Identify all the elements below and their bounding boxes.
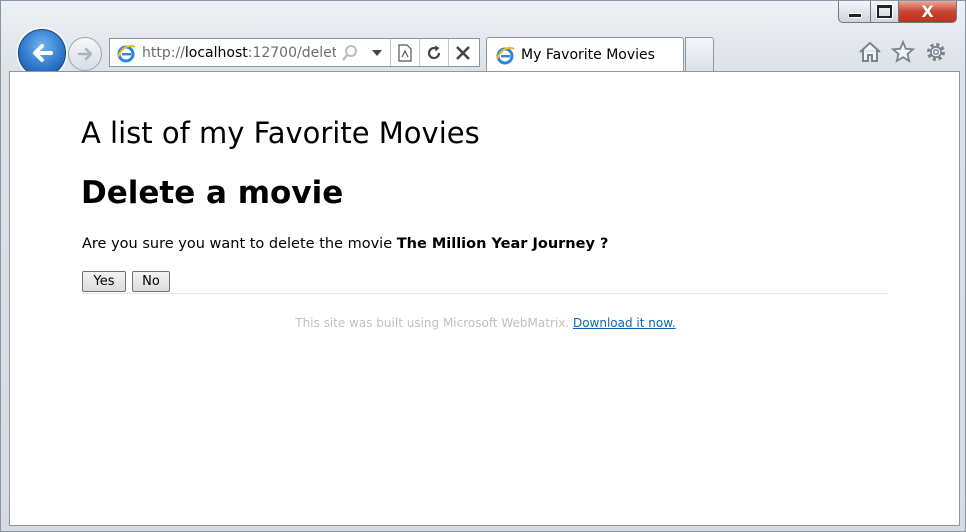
home-icon — [859, 41, 881, 62]
minimize-button[interactable] — [838, 1, 871, 23]
ie-logo-icon — [117, 44, 136, 62]
forward-button[interactable] — [68, 37, 102, 71]
maximize-button[interactable] — [871, 1, 899, 23]
back-button[interactable] — [18, 29, 66, 77]
close-icon: X — [921, 1, 934, 21]
address-bar[interactable]: http://localhost:12700/delete — [109, 38, 480, 67]
site-title: A list of my Favorite Movies — [81, 116, 480, 150]
refresh-icon — [427, 45, 441, 59]
compatibility-view-button[interactable] — [390, 39, 419, 66]
search-icon — [342, 44, 357, 61]
address-search-button[interactable] — [336, 39, 364, 66]
refresh-button[interactable] — [419, 39, 448, 66]
movie-title: The Million Year Journey ? — [396, 236, 609, 252]
ie-logo-icon — [496, 47, 515, 65]
back-arrow-icon — [33, 44, 53, 62]
chevron-down-icon — [372, 49, 382, 56]
delete-confirmation-text: Are you sure you want to delete the movi… — [82, 236, 609, 252]
home-button[interactable] — [857, 39, 883, 65]
stop-x-icon — [456, 45, 470, 60]
gear-icon — [927, 43, 945, 61]
yes-button[interactable]: Yes — [82, 271, 126, 292]
url-text[interactable]: http://localhost:12700/delete — [142, 45, 336, 61]
no-button[interactable]: No — [132, 271, 170, 292]
footer: This site was built using Microsoft WebM… — [10, 316, 959, 330]
footer-text: This site was built using Microsoft WebM… — [295, 316, 573, 330]
divider — [82, 293, 888, 294]
compatibility-view-icon — [398, 43, 412, 62]
close-window-button[interactable]: X — [899, 1, 957, 23]
new-tab-button[interactable] — [685, 37, 714, 71]
maximize-icon — [877, 5, 892, 18]
favorites-button[interactable] — [890, 39, 916, 65]
tab-my-favorite-movies[interactable]: My Favorite Movies — [486, 37, 684, 72]
stop-button[interactable] — [448, 39, 477, 66]
tab-title: My Favorite Movies — [521, 47, 655, 63]
forward-arrow-icon — [77, 47, 93, 61]
page-heading: Delete a movie — [81, 175, 344, 211]
page-viewport: A list of my Favorite Movies Delete a mo… — [9, 71, 960, 526]
download-link[interactable]: Download it now. — [573, 316, 676, 330]
tools-button[interactable] — [923, 39, 949, 65]
address-dropdown-button[interactable] — [364, 39, 390, 66]
browser-toolbar-icons — [857, 39, 949, 65]
browser-window: X http://localhost:12700/delete — [0, 0, 966, 532]
star-icon — [891, 40, 915, 63]
minimize-icon — [847, 13, 862, 18]
window-controls: X — [838, 1, 957, 23]
